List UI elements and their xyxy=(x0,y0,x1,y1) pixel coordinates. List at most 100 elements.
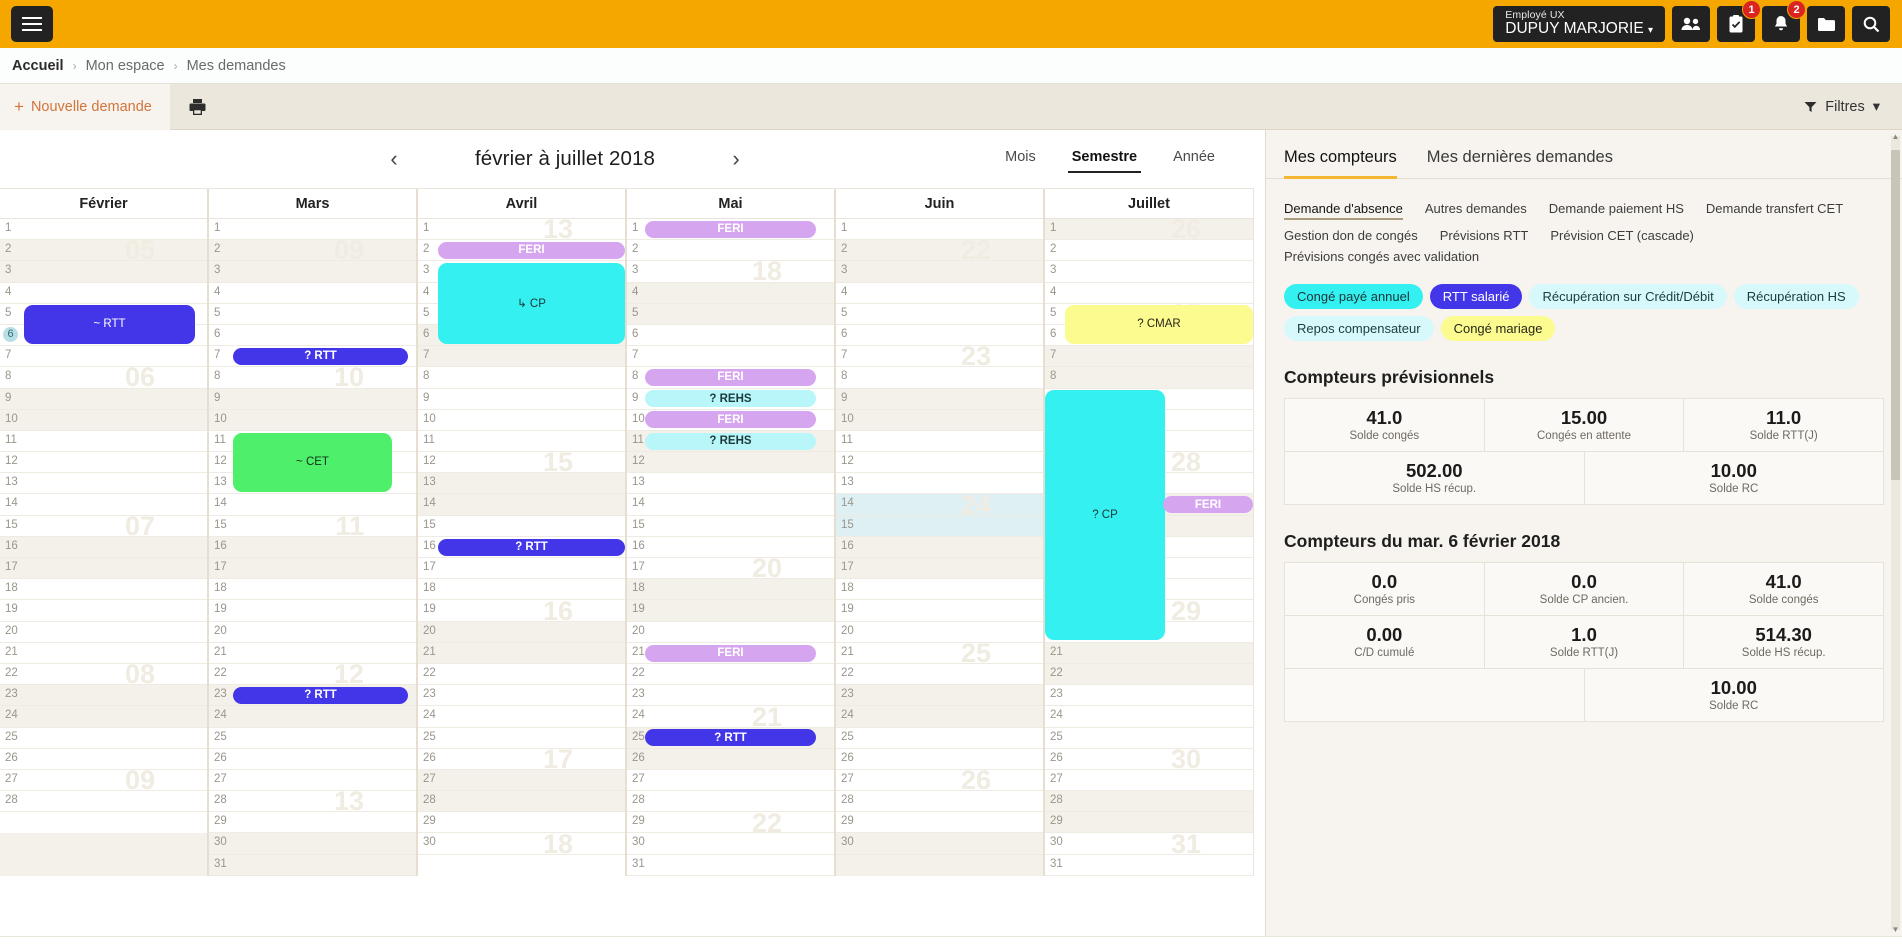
day-row[interactable]: 30 xyxy=(418,833,625,854)
day-row[interactable]: 4 xyxy=(0,283,207,304)
day-row[interactable]: 27 xyxy=(418,770,625,791)
day-row[interactable]: 28 xyxy=(209,791,416,812)
day-row[interactable]: 3 xyxy=(836,261,1043,282)
day-row[interactable]: 3 xyxy=(0,261,207,282)
day-row[interactable]: 28 xyxy=(0,791,207,812)
day-row[interactable]: 7 xyxy=(418,346,625,367)
calendar-event[interactable]: FERI xyxy=(645,645,816,662)
day-row[interactable]: 8 xyxy=(836,367,1043,388)
absence-type-chip[interactable]: Récupération sur Crédit/Débit xyxy=(1529,284,1726,309)
day-row[interactable]: 23 xyxy=(1045,685,1253,706)
scroll-up-icon[interactable]: ▲ xyxy=(1891,132,1900,141)
day-row[interactable]: 16 xyxy=(627,537,834,558)
day-row[interactable]: 28 xyxy=(836,791,1043,812)
calendar-event[interactable]: ? RTT xyxy=(438,539,625,556)
day-row[interactable]: 24 xyxy=(209,706,416,727)
absence-type-chip[interactable]: RTT salarié xyxy=(1430,284,1523,309)
day-row[interactable]: 30 xyxy=(627,833,834,854)
day-row[interactable]: 4 xyxy=(836,283,1043,304)
calendar-event[interactable]: ↳ CP xyxy=(438,263,625,344)
day-row[interactable]: 26 xyxy=(0,749,207,770)
clipboard-check-icon[interactable]: 1 xyxy=(1717,6,1755,42)
day-row[interactable]: 26 xyxy=(418,749,625,770)
calendar-event[interactable]: FERI xyxy=(645,411,816,428)
day-row[interactable]: 12 xyxy=(418,452,625,473)
day-row[interactable]: 10 xyxy=(418,410,625,431)
day-row[interactable]: 15 xyxy=(209,516,416,537)
day-row[interactable]: 17 xyxy=(209,558,416,579)
day-row[interactable]: 9 xyxy=(209,389,416,410)
day-row[interactable]: 28 xyxy=(627,791,834,812)
day-row[interactable]: 8 xyxy=(209,367,416,388)
day-row[interactable]: 14 xyxy=(418,494,625,515)
day-row[interactable]: 6 xyxy=(209,325,416,346)
user-menu[interactable]: Employé UX DUPUY MARJORIE ▾ xyxy=(1493,6,1665,42)
day-row[interactable]: 3 xyxy=(1045,261,1253,282)
day-row[interactable]: 9 xyxy=(0,389,207,410)
day-row[interactable]: 14 xyxy=(0,494,207,515)
day-row[interactable]: 3 xyxy=(209,261,416,282)
day-row[interactable]: 22 xyxy=(627,664,834,685)
hamburger-icon[interactable] xyxy=(11,6,53,42)
day-row[interactable]: 25 xyxy=(1045,728,1253,749)
day-row[interactable]: 19 xyxy=(0,600,207,621)
day-row[interactable]: 2 xyxy=(836,240,1043,261)
day-row[interactable]: 31 xyxy=(627,855,834,876)
view-tab-année[interactable]: Année xyxy=(1155,143,1233,175)
absence-type-chip[interactable]: Congé mariage xyxy=(1441,316,1556,341)
day-row[interactable]: 16 xyxy=(836,537,1043,558)
view-tab-mois[interactable]: Mois xyxy=(987,143,1054,175)
absence-type-chip[interactable]: Récupération HS xyxy=(1734,284,1859,309)
day-row[interactable]: 26 xyxy=(209,749,416,770)
day-row[interactable]: 30 xyxy=(1045,833,1253,854)
counters-tab[interactable]: Mes dernières demandes xyxy=(1427,148,1627,178)
breadcrumb-item-mon-espace[interactable]: Mon espace xyxy=(86,58,165,74)
day-row[interactable]: 13 xyxy=(627,473,834,494)
day-row[interactable]: 2 xyxy=(209,240,416,261)
request-subtab[interactable]: Autres demandes xyxy=(1425,201,1527,222)
day-row[interactable]: 24 xyxy=(1045,706,1253,727)
day-row[interactable]: 22 xyxy=(418,664,625,685)
new-request-button[interactable]: + Nouvelle demande xyxy=(0,84,170,130)
day-row[interactable]: 3 xyxy=(627,261,834,282)
day-row[interactable]: 15 xyxy=(0,516,207,537)
day-row[interactable]: 20 xyxy=(836,622,1043,643)
request-subtab[interactable]: Demande paiement HS xyxy=(1549,201,1684,222)
day-row[interactable]: 29 xyxy=(836,812,1043,833)
day-row[interactable]: 24 xyxy=(0,706,207,727)
day-row[interactable]: 19 xyxy=(418,600,625,621)
day-row[interactable]: 17 xyxy=(418,558,625,579)
day-row[interactable]: 19 xyxy=(209,600,416,621)
day-row[interactable]: 2 xyxy=(0,240,207,261)
day-row[interactable]: 2 xyxy=(1045,240,1253,261)
search-icon[interactable] xyxy=(1852,6,1890,42)
day-row[interactable]: 22 xyxy=(836,664,1043,685)
day-row[interactable]: 9 xyxy=(418,389,625,410)
day-row[interactable]: 26 xyxy=(1045,749,1253,770)
folder-icon[interactable] xyxy=(1807,6,1845,42)
day-row[interactable]: 21 xyxy=(1045,643,1253,664)
day-row[interactable]: 13 xyxy=(418,473,625,494)
calendar-event[interactable]: ? RTT xyxy=(233,348,408,365)
day-row[interactable]: 29 xyxy=(1045,812,1253,833)
calendar-event[interactable]: ? RTT xyxy=(233,687,408,704)
day-row[interactable]: 4 xyxy=(209,283,416,304)
day-row[interactable]: 24 xyxy=(627,706,834,727)
day-row[interactable]: 17 xyxy=(836,558,1043,579)
day-row[interactable]: 16 xyxy=(0,537,207,558)
calendar-event[interactable]: ? CP xyxy=(1045,390,1165,640)
day-row[interactable]: 8 xyxy=(418,367,625,388)
day-row[interactable]: 7 xyxy=(1045,346,1253,367)
calendar-event[interactable]: FERI xyxy=(645,369,816,386)
day-row[interactable]: 24 xyxy=(418,706,625,727)
bell-icon[interactable]: 2 xyxy=(1762,6,1800,42)
day-row[interactable]: 11 xyxy=(836,431,1043,452)
day-row[interactable]: 18 xyxy=(627,579,834,600)
day-row[interactable]: 9 xyxy=(836,389,1043,410)
day-row[interactable]: 21 xyxy=(209,643,416,664)
scroll-down-icon[interactable]: ▼ xyxy=(1891,925,1900,934)
day-row[interactable]: 4 xyxy=(1045,283,1253,304)
day-row[interactable]: 25 xyxy=(209,728,416,749)
day-row[interactable]: 23 xyxy=(836,685,1043,706)
day-row[interactable]: 25 xyxy=(0,728,207,749)
